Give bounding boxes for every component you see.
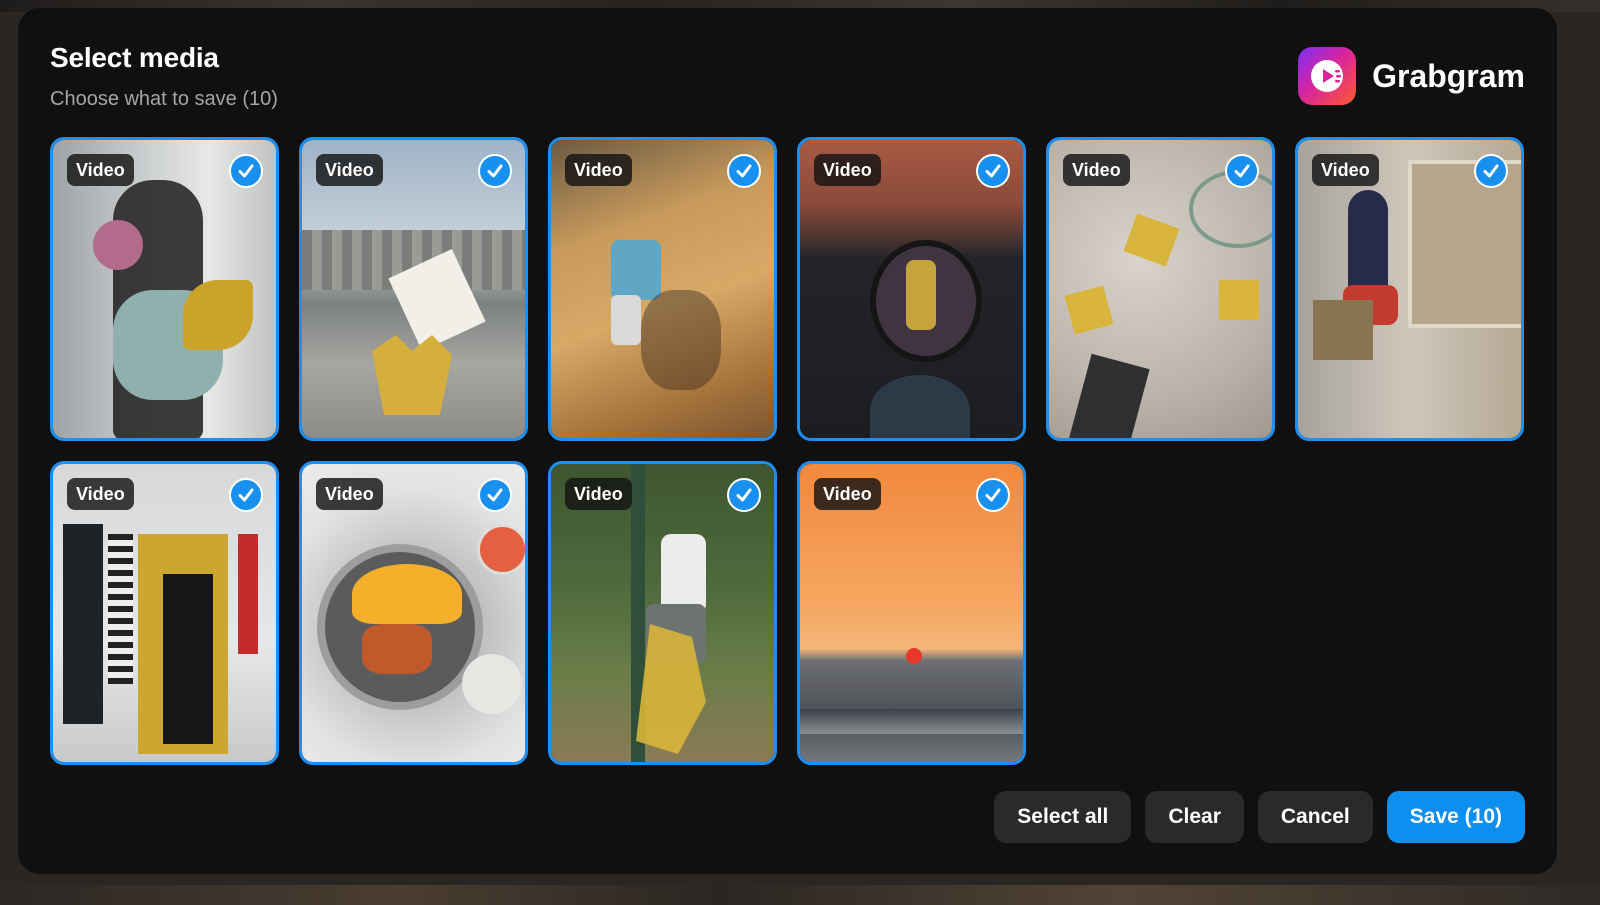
media-type-badge: Video [316, 478, 383, 510]
media-type-badge: Video [1312, 154, 1379, 186]
media-type-badge: Video [814, 154, 881, 186]
media-type-badge: Video [565, 154, 632, 186]
media-tile[interactable]: Video [797, 461, 1026, 765]
brand: Grabgram [1298, 47, 1525, 105]
media-type-badge: Video [1063, 154, 1130, 186]
selected-checkmark-icon[interactable] [727, 478, 761, 512]
media-tile[interactable]: Video [797, 137, 1026, 441]
media-type-badge: Video [67, 478, 134, 510]
dialog-title: Select media [50, 42, 219, 73]
selected-checkmark-icon[interactable] [229, 154, 263, 188]
selected-checkmark-icon[interactable] [478, 478, 512, 512]
media-type-badge: Video [316, 154, 383, 186]
media-type-badge: Video [565, 478, 632, 510]
selected-checkmark-icon[interactable] [229, 478, 263, 512]
selected-checkmark-icon[interactable] [976, 154, 1010, 188]
media-type-badge: Video [67, 154, 134, 186]
media-tile[interactable]: Video [548, 137, 777, 441]
media-tile[interactable]: Video [1046, 137, 1275, 441]
media-tile[interactable]: Video [50, 137, 279, 441]
selected-checkmark-icon[interactable] [478, 154, 512, 188]
brand-logo [1298, 47, 1357, 105]
select-all-button[interactable]: Select all [994, 791, 1132, 843]
dialog-actions: Select all Clear Cancel Save (10) [994, 791, 1525, 843]
brand-name: Grabgram [1372, 57, 1525, 94]
select-media-dialog: Select media Choose what to save (10) Gr… [18, 8, 1557, 874]
selected-checkmark-icon[interactable] [976, 478, 1010, 512]
backdrop-bottom [0, 885, 1600, 905]
selected-checkmark-icon[interactable] [1225, 154, 1259, 188]
media-tile[interactable]: Video [50, 461, 279, 765]
media-tile[interactable]: Video [1295, 137, 1524, 441]
selected-checkmark-icon[interactable] [727, 154, 761, 188]
media-tile[interactable]: Video [548, 461, 777, 765]
cancel-button[interactable]: Cancel [1257, 791, 1373, 843]
selected-checkmark-icon[interactable] [1474, 154, 1508, 188]
save-button[interactable]: Save (10) [1386, 791, 1525, 843]
play-icon [1311, 60, 1344, 92]
media-tile[interactable]: Video [299, 137, 528, 441]
media-tile[interactable]: Video [299, 461, 528, 765]
dialog-subtitle: Choose what to save (10) [50, 88, 278, 110]
media-type-badge: Video [814, 478, 881, 510]
clear-button[interactable]: Clear [1145, 791, 1244, 843]
